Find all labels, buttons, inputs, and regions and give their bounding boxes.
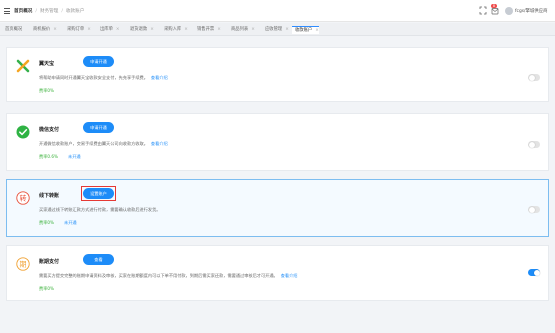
enable-toggle[interactable] (528, 206, 540, 213)
payment-name: 微信支付 (39, 127, 60, 133)
apply-open-button[interactable]: 申请开通 (83, 122, 114, 133)
tab-label: 应收管理 (265, 27, 283, 32)
apply-open-button[interactable]: 申请开通 (83, 56, 114, 67)
payment-name: 线下转账 (39, 193, 60, 199)
tab-bar: 首页概况 商机报价 × 采购订单 × 出库单 × 退货退款 × 采购入库 × 销售开票 × … (0, 23, 555, 36)
not-activated-link[interactable]: 未开通 (64, 220, 77, 225)
view-intro-link[interactable]: 查看介绍 (151, 75, 168, 80)
payment-description: 买家通过线下转账汇款方式进行付款，需要确认收款后进行发货。 (39, 207, 160, 213)
tab-outbound[interactable]: 出库单 × (97, 26, 120, 34)
close-icon[interactable]: × (285, 27, 289, 32)
description-text: 买家通过线下转账汇款方式进行付款，需要确认收款后进行发货。 (39, 207, 161, 212)
payment-card-credit-term: 期 账期支付 查看 需要买方提交完整的账期申请资料及审核，买家在账期额度内可以下… (6, 245, 549, 301)
tab-invoice[interactable]: 销售开票 × (194, 26, 221, 34)
breadcrumb: 首页概况 / 财务管理 / 收款账户 (14, 8, 84, 14)
toggle-knob (533, 269, 540, 276)
credit-term-icon: 期 (16, 257, 30, 271)
payment-rate: 费率0% (39, 286, 55, 291)
avatar[interactable] (505, 7, 513, 15)
fullscreen-icon[interactable] (479, 6, 487, 15)
close-icon[interactable]: × (116, 27, 120, 32)
toggle-knob (528, 206, 535, 213)
breadcrumb-item-accounts: 收款账户 (65, 9, 85, 14)
toggle-knob (528, 74, 535, 81)
not-activated-link[interactable]: 未开通 (68, 154, 81, 159)
user-name[interactable]: fcgs/擎城供应商 (515, 8, 547, 14)
payment-rate: 费率0.6% 未开通 (39, 154, 81, 160)
close-icon[interactable]: × (53, 27, 57, 32)
enable-toggle[interactable] (528, 74, 540, 81)
svg-text:期: 期 (20, 261, 27, 269)
close-icon[interactable]: × (251, 27, 255, 32)
enable-toggle[interactable] (528, 269, 540, 276)
svg-text:转: 转 (20, 194, 27, 203)
payment-description: 将帮助申请同时开通翼天宝收款安全支付，先充享手续费。 查看介绍 (39, 75, 168, 81)
payment-name: 翼天宝 (39, 61, 55, 67)
payment-description: 需要买方提交完整的账期申请资料及审核，买家在账期额度内可以下单不用付款，到期后需… (39, 273, 297, 279)
tab-receivables[interactable]: 应收管理 × (262, 26, 289, 34)
tab-label: 商机报价 (33, 27, 51, 32)
payment-rate: 费率0% (39, 88, 55, 93)
menu-icon[interactable] (4, 8, 10, 14)
view-intro-link[interactable]: 查看介绍 (151, 141, 168, 146)
tab-home[interactable]: 首页概况 (2, 26, 22, 34)
view-button[interactable]: 查看 (83, 254, 114, 265)
tab-label: 采购入库 (164, 27, 182, 32)
enable-toggle[interactable] (528, 141, 540, 148)
toggle-knob (528, 141, 535, 148)
payment-rate: 费率0% 未开通 (39, 220, 77, 226)
breadcrumb-separator: / (35, 9, 37, 14)
close-icon[interactable]: × (217, 27, 221, 32)
tab-accounts[interactable]: 收款账户 × (292, 26, 319, 34)
tab-label: 采购订单 (67, 27, 85, 32)
close-icon[interactable]: × (150, 27, 154, 32)
transfer-icon: 转 (16, 191, 30, 205)
tab-label: 出库单 (100, 27, 113, 32)
payment-name: 账期支付 (39, 259, 60, 265)
rate-text: 费率0.6% (39, 154, 59, 159)
tab-products[interactable]: 商品列表 × (228, 26, 255, 34)
payment-card-yitianbao: 翼天宝 申请开通 将帮助申请同时开通翼天宝收款安全支付，先充享手续费。 查看介绍 … (6, 47, 549, 102)
tab-refund[interactable]: 退货退款 × (127, 26, 154, 34)
tab-label: 收款账户 (295, 28, 313, 33)
view-intro-link[interactable]: 查看介绍 (281, 273, 298, 278)
payment-card-offline-transfer: 转 线下转账 设置账户 买家通过线下转账汇款方式进行付款，需要确认收款后进行发货… (6, 179, 549, 237)
tab-label: 商品列表 (231, 27, 249, 32)
close-icon[interactable]: × (315, 28, 319, 33)
highlight-box (81, 186, 116, 201)
tab-purchase-order[interactable]: 采购订单 × (64, 26, 91, 34)
close-icon[interactable]: × (87, 27, 91, 32)
payment-description: 开通微信收款账户，交易手续费由翼天公司向收款方收取。 查看介绍 (39, 141, 168, 147)
tab-label: 首页概况 (5, 27, 23, 32)
description-text: 需要买方提交完整的账期申请资料及审核，买家在账期额度内可以下单不用付款，到期后需… (39, 273, 278, 278)
notification-badge: 8 (491, 4, 497, 8)
rate-text: 费率0% (39, 220, 55, 225)
wechat-check-icon (16, 125, 30, 139)
description-text: 将帮助申请同时开通翼天宝收款安全支付，先充享手续费。 (39, 75, 148, 80)
breadcrumb-separator: / (61, 9, 63, 14)
description-text: 开通微信收款账户，交易手续费由翼天公司向收款方收取。 (39, 141, 148, 146)
close-icon[interactable]: × (184, 27, 188, 32)
tab-quote[interactable]: 商机报价 × (30, 26, 57, 34)
tab-label: 退货退款 (130, 27, 148, 32)
yitianbao-logo-icon (16, 59, 30, 73)
breadcrumb-item-home[interactable]: 首页概况 (14, 9, 32, 14)
payment-card-wechat: 微信支付 申请开通 开通微信收款账户，交易手续费由翼天公司向收款方收取。 查看介绍… (6, 113, 549, 171)
breadcrumb-item-finance[interactable]: 财务管理 (40, 9, 58, 14)
tab-inbound[interactable]: 采购入库 × (161, 26, 188, 34)
tab-label: 销售开票 (197, 27, 215, 32)
top-bar: 首页概况 / 财务管理 / 收款账户 8 fcgs/擎城供应商 (0, 0, 555, 22)
